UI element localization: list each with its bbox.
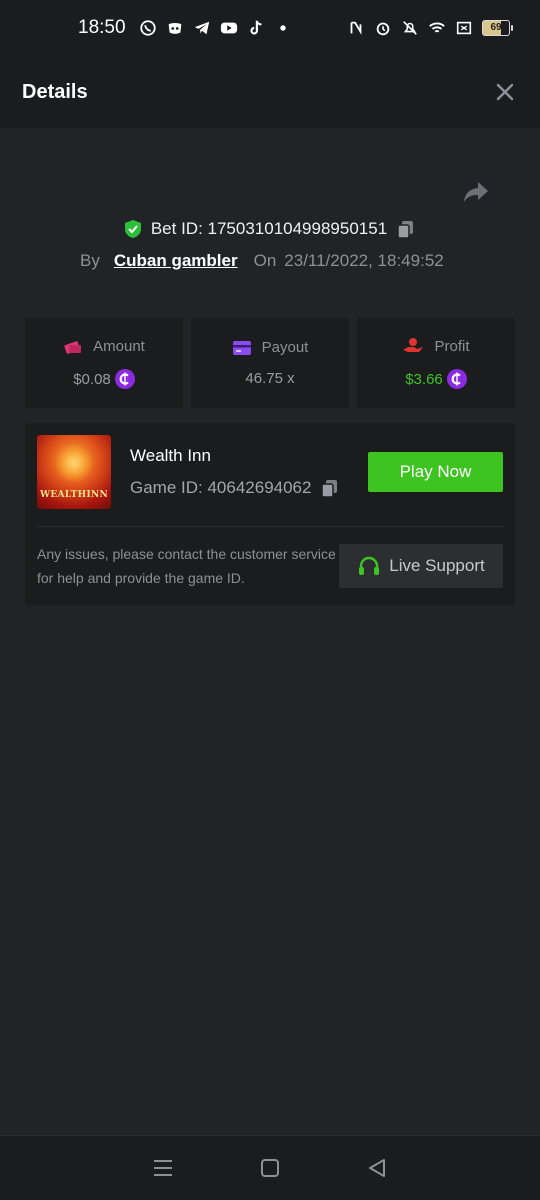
coin-icon: [446, 369, 467, 389]
discord-icon: [168, 23, 181, 34]
telegram-icon: [194, 21, 209, 35]
amount-icon: [64, 341, 82, 354]
profit-value: $3.66: [405, 370, 443, 388]
live-support-label: Live Support: [389, 556, 485, 575]
amount-label: Amount: [93, 337, 145, 355]
whatsapp-icon: [139, 20, 156, 36]
tiktok-icon: [250, 20, 262, 35]
screen-icon: [456, 21, 472, 35]
profit-hand-icon: [403, 338, 424, 352]
payout-label: Payout: [261, 339, 309, 356]
bet-id-row: Bet ID: 1750310104998950151: [0, 216, 540, 242]
profit-card: Profit $3.66: [357, 318, 515, 408]
verified-shield-icon: [124, 220, 141, 238]
by-label: By: [80, 251, 100, 270]
status-bar: 18:50 69: [0, 0, 540, 56]
menu-icon[interactable]: [152, 1157, 174, 1179]
game-id-row: Game ID: 40642694062: [130, 477, 341, 499]
page-title: Details: [22, 80, 88, 103]
wifi-icon: [429, 22, 445, 33]
support-text: Any issues, please contact the customer …: [37, 546, 336, 586]
game-id: Game ID: 40642694062: [130, 478, 312, 497]
divider: [37, 526, 503, 527]
close-icon[interactable]: [494, 81, 516, 103]
system-nav-bar: [0, 1135, 540, 1200]
game-name: Wealth Inn: [130, 446, 211, 465]
bet-meta-row: By Cuban gambler On 23/11/2022, 18:49:52: [80, 248, 444, 274]
copy-icon[interactable]: [395, 218, 417, 240]
home-icon[interactable]: [259, 1157, 281, 1179]
alarm-icon: [376, 22, 390, 36]
username-link[interactable]: Cuban gambler: [114, 251, 238, 271]
copy-icon[interactable]: [319, 477, 341, 499]
youtube-icon: [220, 22, 237, 34]
share-icon[interactable]: [462, 180, 490, 204]
game-thumbnail[interactable]: WEALTHINN: [37, 435, 111, 509]
coin-icon: [114, 369, 135, 389]
bet-stats: Amount $0.08 Payout 46.75 x Profit $3.66: [25, 318, 515, 408]
dot-icon: [279, 25, 286, 31]
bet-datetime: 23/11/2022, 18:49:52: [284, 251, 444, 270]
game-thumb-title: WEALTHINN: [39, 490, 109, 500]
headset-icon: [359, 556, 380, 575]
amount-value: $0.08: [73, 370, 111, 388]
battery-icon: 69: [482, 20, 513, 36]
amount-card: Amount $0.08: [25, 318, 183, 408]
live-support-button[interactable]: Live Support: [339, 544, 503, 588]
mute-icon: [403, 21, 417, 35]
payout-value: 46.75 x: [245, 370, 295, 387]
profit-label: Profit: [434, 337, 470, 355]
payout-card: Payout 46.75 x: [191, 318, 349, 408]
nfc-icon: [350, 21, 362, 35]
details-header: Details: [0, 56, 540, 128]
bet-id: Bet ID: 1750310104998950151: [150, 219, 388, 238]
game-card: WEALTHINN Wealth Inn Game ID: 4064269406…: [25, 423, 515, 605]
play-now-button[interactable]: Play Now: [368, 452, 503, 492]
on-label: On: [253, 251, 277, 270]
status-time: 18:50: [78, 17, 126, 38]
back-icon[interactable]: [366, 1157, 388, 1179]
card-icon: [232, 340, 251, 355]
